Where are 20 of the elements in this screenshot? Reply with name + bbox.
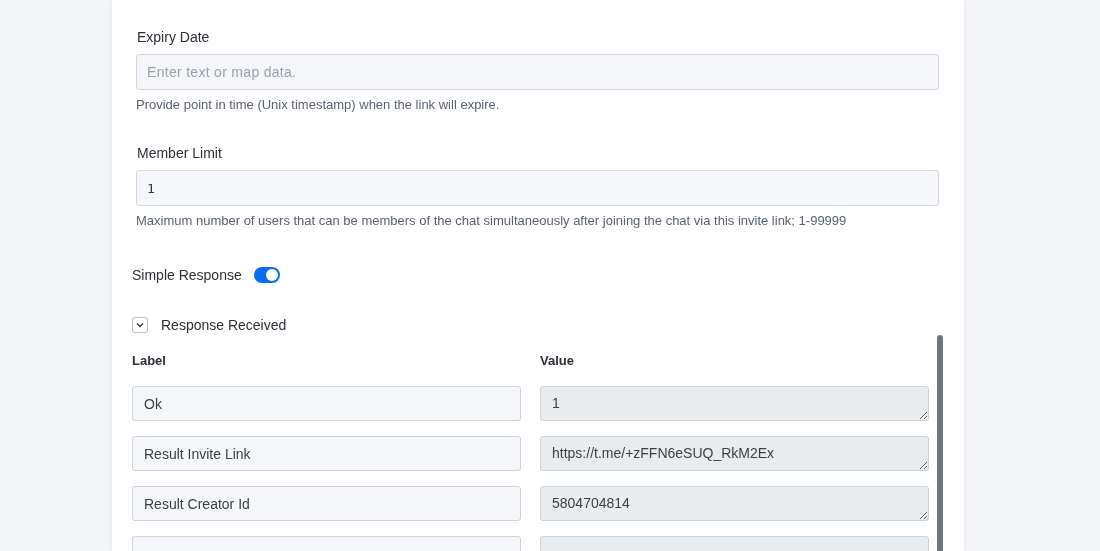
label-field[interactable]: Ok <box>132 386 521 421</box>
field-label: Member Limit <box>137 145 222 161</box>
field-label: Expiry Date <box>137 29 210 45</box>
value-field[interactable]: 5804704814 <box>540 486 929 521</box>
column-header: Label <box>132 353 167 368</box>
column-header: Value <box>540 353 575 368</box>
toggle-label: Simple Response <box>132 267 242 283</box>
label-field[interactable]: Result Invite Link <box>132 436 521 471</box>
toggle-switch[interactable] <box>253 267 280 283</box>
chevron-icon <box>136 321 144 329</box>
value-field[interactable]: 1 <box>540 386 929 421</box>
label-field[interactable]: Result Creator Id <box>132 486 521 521</box>
text-field[interactable]: 1 <box>136 170 939 206</box>
collapse-toggle[interactable] <box>132 317 148 333</box>
text-field[interactable]: Enter text or map data. <box>136 54 939 90</box>
help-text: Provide point in time (Unix timestamp) when the link will expire. <box>136 97 500 112</box>
help-text: Maximum number of users that can be members of the chat simultaneously after joining the chat via this invite link; 1-99999 <box>136 213 847 228</box>
scrollbar[interactable] <box>937 335 943 551</box>
value-field[interactable]: https://t.me/+zFFN6eSUQ_RkM2Ex <box>540 436 929 471</box>
section-title: Response Received <box>161 317 287 333</box>
